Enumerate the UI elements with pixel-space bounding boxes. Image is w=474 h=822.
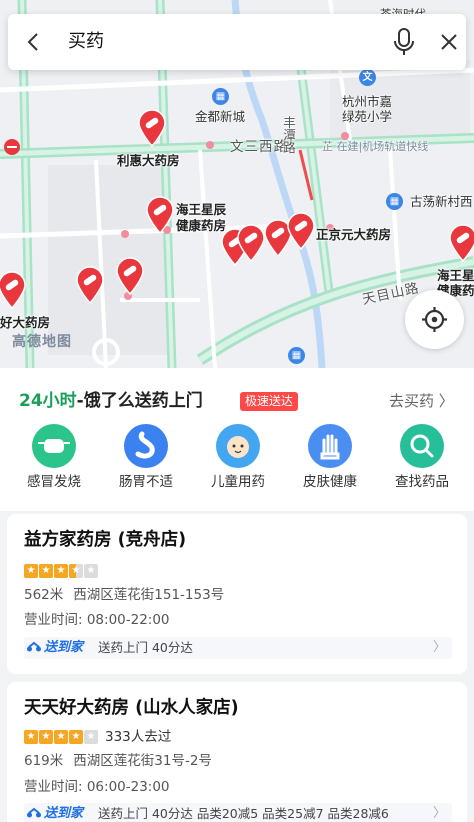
category-children[interactable]: 儿童用药 [192, 424, 284, 494]
opening-hours: 营业时间: 06:00-23:00 [24, 779, 170, 795]
search-query[interactable]: 买药 [68, 29, 104, 55]
landmark-icon: ▦ [212, 88, 229, 105]
delivery-logo: 送到家 [26, 639, 83, 657]
category-stomach[interactable]: 肠胃不适 [100, 424, 192, 494]
category-row: 感冒发烧 肠胃不适 儿童用药 皮肤健康 查找药品 [0, 424, 474, 494]
pharmacy-pin-icon[interactable] [75, 266, 105, 304]
delivery-text: 送药上门 40分达 [98, 640, 193, 655]
pharmacy-name[interactable]: 益方家药房 (竞舟店) [24, 527, 186, 553]
place-label: 杭州市嘉 [342, 94, 393, 109]
opening-hours: 营业时间: 08:00-22:00 [24, 612, 170, 628]
address: 西湖区莲花街31号-2号 [73, 753, 212, 769]
pharmacy-label[interactable]: 好大药房 [0, 315, 50, 330]
category-skin[interactable]: 皮肤健康 [284, 424, 376, 494]
landmark-icon: ▦ [288, 347, 305, 364]
pharmacy-pin-icon[interactable] [448, 224, 474, 262]
place-label: 古荡新村西 [410, 194, 473, 209]
pharmacy-label[interactable]: 海王星辰 [176, 202, 226, 217]
close-icon[interactable] [437, 30, 461, 54]
place-label: 金都新城 [195, 109, 246, 124]
scooter-icon [27, 807, 41, 818]
distance: 619米 [24, 753, 64, 769]
pharmacy-name[interactable]: 天天好大药房 (山水人家店) [24, 695, 239, 721]
category-label: 肠胃不适 [119, 474, 173, 490]
pharmacy-pin-icon[interactable] [286, 212, 316, 250]
pharmacy-pin-icon[interactable] [236, 224, 266, 262]
hand-icon [308, 424, 352, 468]
pharmacy-card[interactable]: 益方家药房 (竞舟店) ★ ★ ★ ★ ★ 562米 西湖区莲花街151-153号 营业时… [7, 514, 467, 674]
distance: 562米 [24, 587, 64, 603]
promo-title-rest: -饿了么送药上门 [76, 391, 203, 411]
category-find-drug[interactable]: 查找药品 [376, 424, 468, 494]
category-cold-fever[interactable]: 感冒发烧 [8, 424, 100, 494]
chevron-right-icon: 〉 [432, 640, 446, 655]
promo-title[interactable]: 24小时-饿了么送药上门 [19, 390, 203, 412]
back-arrow-icon[interactable] [22, 30, 46, 54]
pharmacy-pin-icon[interactable] [115, 257, 145, 295]
delivery-row[interactable]: 送到家 送药上门 40分达 品类20减5 品类25减7 品类28减6 〉 [24, 803, 452, 822]
chevron-right-icon: 〉 [432, 806, 446, 821]
distance-address: 619米 西湖区莲花街31号-2号 [24, 752, 212, 770]
mask-icon [32, 424, 76, 468]
promo-section: 24小时-饿了么送药上门 极速送达 去买药 〉 感冒发烧 肠胃不适 儿童用药 皮… [0, 368, 474, 511]
promo-title-accent: 24小时 [19, 391, 77, 411]
pharmacy-pin-icon[interactable] [145, 196, 175, 234]
minor-poi-dot [206, 141, 214, 149]
road-label: 丰潭路 [281, 116, 296, 154]
no-entry-icon [4, 139, 20, 155]
category-label: 皮肤健康 [303, 474, 357, 490]
pharmacy-label[interactable]: 健康药房 [176, 218, 226, 233]
distance-address: 562米 西湖区莲花街151-153号 [24, 586, 224, 604]
pharmacy-pin-icon[interactable] [0, 271, 27, 309]
pharmacy-card[interactable]: 天天好大药房 (山水人家店) ★ ★ ★ ★ ★ 333人去过 619米 西湖区莲花街31… [7, 682, 467, 822]
pharmacy-pin-icon[interactable] [137, 109, 167, 147]
minor-poi-dot [121, 230, 129, 238]
school-icon: 文 [359, 69, 376, 86]
magnifier-icon [400, 424, 444, 468]
pharmacy-label[interactable]: 海王星 [437, 268, 474, 283]
crosshair-icon [422, 307, 447, 332]
category-label: 感冒发烧 [27, 474, 81, 490]
rating-stars: ★ ★ ★ ★ ★ [24, 730, 99, 744]
minor-poi-dot [341, 132, 349, 140]
delivery-text: 送药上门 40分达 品类20减5 品类25减7 品类28减6 [98, 806, 389, 821]
microphone-icon[interactable] [390, 27, 418, 57]
baby-icon [216, 424, 260, 468]
category-label: 查找药品 [395, 474, 449, 490]
visit-count: 333人去过 [105, 729, 172, 745]
search-bar[interactable]: 买药 [8, 14, 466, 70]
map-watermark: 高德地图 [12, 334, 72, 350]
go-buy-link[interactable]: 去买药 〉 [389, 391, 454, 411]
locate-button[interactable] [405, 290, 464, 349]
pharmacy-label[interactable]: 正京元大药房 [316, 227, 391, 242]
landmark-icon: ▦ [386, 193, 403, 210]
category-label: 儿童用药 [211, 474, 265, 490]
road-label: 文三西路 [230, 139, 288, 155]
address: 西湖区莲花街151-153号 [73, 587, 225, 603]
delivery-logo: 送到家 [26, 805, 83, 822]
scooter-icon [27, 641, 41, 652]
results-panel: 24小时-饿了么送药上门 极速送达 去买药 〉 感冒发烧 肠胃不适 儿童用药 皮… [0, 368, 474, 822]
stomach-icon [124, 424, 168, 468]
pharmacy-label[interactable]: 利惠大药房 [117, 153, 180, 168]
place-label: 芷 在建|机场轨道快线 [322, 140, 429, 153]
fast-delivery-badge: 极速送达 [240, 392, 299, 411]
rating-stars: ★ ★ ★ ★ ★ [24, 564, 99, 578]
delivery-row[interactable]: 送到家 送药上门 40分达 〉 [24, 637, 452, 659]
place-label: 绿苑小学 [342, 109, 393, 124]
